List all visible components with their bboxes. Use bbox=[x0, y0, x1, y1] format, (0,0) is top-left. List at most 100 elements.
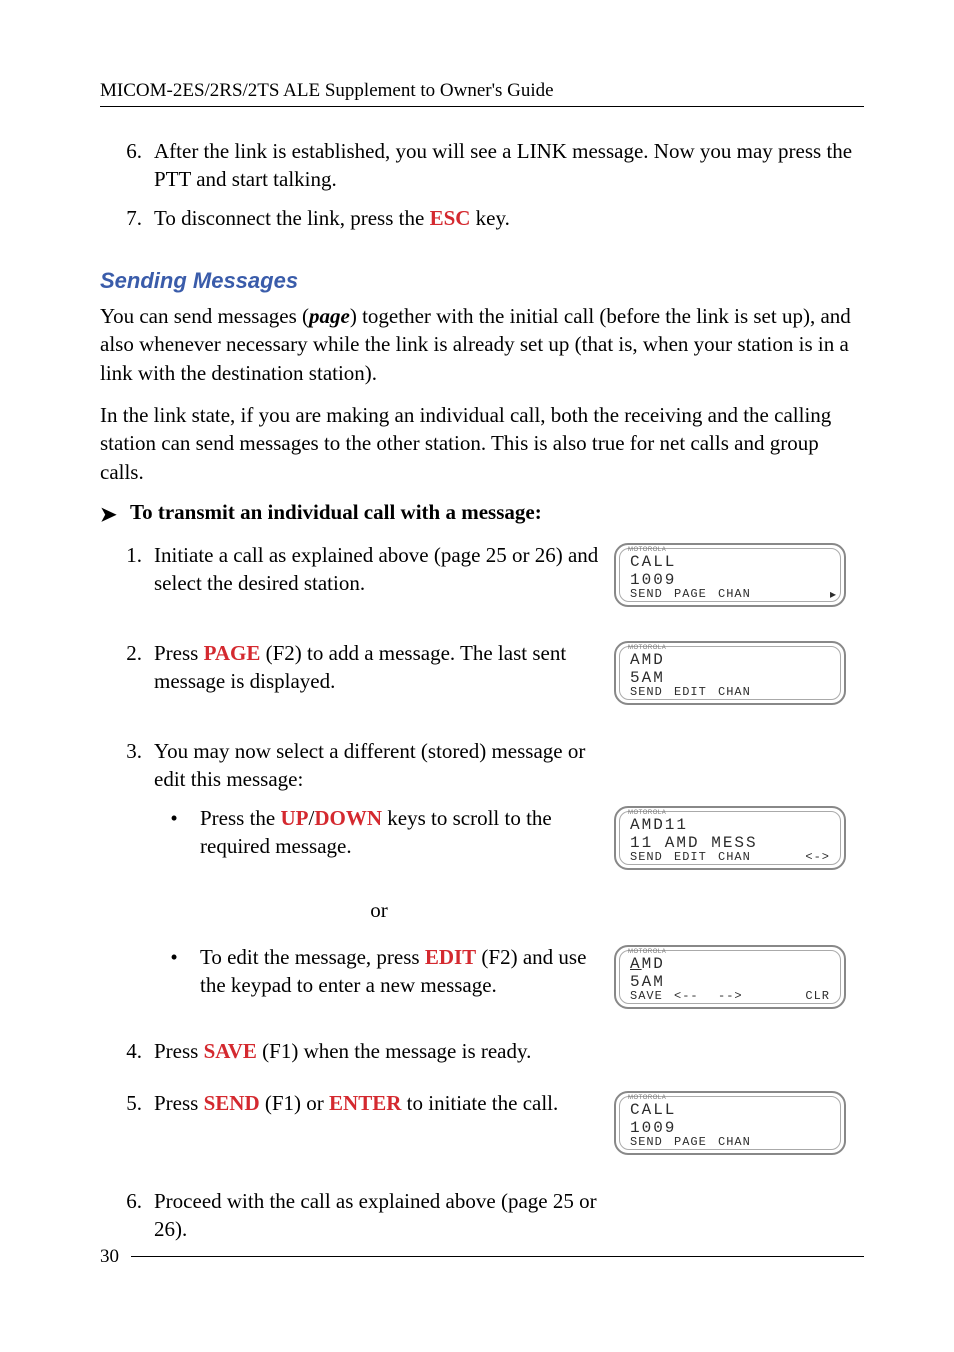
key-label: UP bbox=[281, 806, 309, 830]
key-label: SAVE bbox=[204, 1039, 257, 1063]
paragraph: You can send messages (page) together wi… bbox=[100, 302, 864, 387]
step-number: 6. bbox=[100, 1187, 154, 1244]
bullet-row: • Press the UP/DOWN keys to scroll to th… bbox=[100, 804, 864, 878]
lcd-line1: CALL bbox=[630, 553, 676, 571]
list-item: 6. After the link is established, you wi… bbox=[100, 137, 864, 194]
step-row: 3. You may now select a different (store… bbox=[100, 737, 864, 794]
step-row: 5. Press SEND (F1) or ENTER to initiate … bbox=[100, 1089, 864, 1163]
lcd-softkeys: SAVE <-- --> CLR bbox=[630, 989, 832, 1003]
list-text: After the link is established, you will … bbox=[154, 137, 864, 194]
lcd-display: MOTOROLA AMD 5AM SAVE <-- --> CLR bbox=[614, 945, 846, 1009]
softkey-3: CHAN bbox=[718, 587, 762, 601]
or-separator: or bbox=[100, 898, 864, 923]
step-text: Initiate a call as explained above (page… bbox=[154, 541, 604, 598]
lcd-display: MOTOROLA AMD 5AM SEND EDIT CHAN bbox=[614, 641, 846, 705]
lcd-line1: CALL bbox=[630, 1101, 676, 1119]
lcd-display: MOTOROLA CALL 1009 SEND PAGE CHAN bbox=[614, 1091, 846, 1155]
softkey-1: SEND bbox=[630, 587, 674, 601]
text-fragment: to initiate the call. bbox=[401, 1091, 558, 1115]
lcd-softkeys: SEND EDIT CHAN bbox=[630, 685, 832, 699]
step-text: Proceed with the call as explained above… bbox=[154, 1187, 604, 1244]
softkey-3: --> bbox=[718, 989, 762, 1003]
softkey-1: SEND bbox=[630, 850, 674, 864]
step-row: 1. Initiate a call as explained above (p… bbox=[100, 541, 864, 615]
step-text: Press SAVE (F1) when the message is read… bbox=[154, 1037, 604, 1065]
softkey-2: PAGE bbox=[674, 587, 718, 601]
text-fragment: Press bbox=[154, 641, 204, 665]
intro-numbered-list: 6. After the link is established, you wi… bbox=[100, 137, 864, 232]
lcd-line1: AMD11 bbox=[630, 816, 688, 834]
text-fragment: Press bbox=[154, 1039, 204, 1063]
key-label: ENTER bbox=[329, 1091, 401, 1115]
softkey-1: SAVE bbox=[630, 989, 674, 1003]
softkey-2: EDIT bbox=[674, 850, 718, 864]
step-number: 5. bbox=[100, 1089, 154, 1117]
softkey-2: PAGE bbox=[674, 1135, 718, 1149]
bullet-row: • To edit the message, press EDIT (F2) a… bbox=[100, 943, 864, 1017]
softkey-4: <-> bbox=[762, 850, 832, 864]
text-fragment: key. bbox=[470, 206, 509, 230]
key-label: SEND bbox=[204, 1091, 260, 1115]
text-fragment: You can send messages ( bbox=[100, 304, 309, 328]
step-number: 1. bbox=[100, 541, 154, 598]
text-fragment: (F1) or bbox=[260, 1091, 329, 1115]
lcd-line1: AMD bbox=[630, 651, 665, 669]
lcd-display: MOTOROLA AMD11 11 AMD MESS SEND EDIT CHA… bbox=[614, 806, 846, 870]
softkey-4: CLR bbox=[762, 989, 832, 1003]
bullet-text: Press the UP/DOWN keys to scroll to the … bbox=[200, 804, 604, 861]
softkey-1: SEND bbox=[630, 1135, 674, 1149]
section-heading: Sending Messages bbox=[100, 268, 864, 294]
lcd-line1: AMD bbox=[630, 955, 665, 973]
key-label: ESC bbox=[430, 206, 471, 230]
softkey-2: EDIT bbox=[674, 685, 718, 699]
softkey-2: <-- bbox=[674, 989, 718, 1003]
step-number: 2. bbox=[100, 639, 154, 696]
text-fragment: To disconnect the link, press the bbox=[154, 206, 430, 230]
cursor-char: A bbox=[630, 955, 642, 973]
step-row: 6. Proceed with the call as explained ab… bbox=[100, 1187, 864, 1244]
bullet-icon: • bbox=[154, 943, 200, 1000]
bullet-icon: • bbox=[154, 804, 200, 861]
softkey-3: CHAN bbox=[718, 685, 762, 699]
step-number: 3. bbox=[100, 737, 154, 794]
text-fragment: To edit the message, press bbox=[200, 945, 425, 969]
right-arrow-icon: ▸ bbox=[830, 587, 836, 602]
softkey-4 bbox=[762, 685, 832, 699]
lcd-softkeys: SEND PAGE CHAN bbox=[630, 587, 832, 601]
bullet-text: To edit the message, press EDIT (F2) and… bbox=[200, 943, 604, 1000]
step-text: Press SEND (F1) or ENTER to initiate the… bbox=[154, 1089, 604, 1117]
key-label: DOWN bbox=[314, 806, 382, 830]
lcd-softkeys: SEND EDIT CHAN <-> bbox=[630, 850, 832, 864]
text-fragment: Press bbox=[154, 1091, 204, 1115]
key-label: PAGE bbox=[204, 641, 261, 665]
page-footer: 30 bbox=[100, 1246, 864, 1268]
list-text: To disconnect the link, press the ESC ke… bbox=[154, 204, 864, 232]
procedure-title: To transmit an individual call with a me… bbox=[130, 500, 542, 525]
softkey-4 bbox=[762, 587, 832, 601]
softkey-4 bbox=[762, 1135, 832, 1149]
lcd-softkeys: SEND PAGE CHAN bbox=[630, 1135, 832, 1149]
paragraph: In the link state, if you are making an … bbox=[100, 401, 864, 486]
softkey-3: CHAN bbox=[718, 850, 762, 864]
key-label: EDIT bbox=[425, 945, 476, 969]
softkey-1: SEND bbox=[630, 685, 674, 699]
step-row: 2. Press PAGE (F2) to add a message. The… bbox=[100, 639, 864, 713]
text-fragment: (F1) when the message is ready. bbox=[257, 1039, 531, 1063]
emphasis: page bbox=[309, 304, 350, 328]
page-number: 30 bbox=[100, 1246, 131, 1268]
step-number: 4. bbox=[100, 1037, 154, 1065]
list-item: 7. To disconnect the link, press the ESC… bbox=[100, 204, 864, 232]
procedure-heading: ➤ To transmit an individual call with a … bbox=[100, 500, 864, 527]
list-number: 7. bbox=[100, 204, 154, 232]
list-number: 6. bbox=[100, 137, 154, 194]
text-fragment: Press the bbox=[200, 806, 281, 830]
lcd-display: MOTOROLA CALL 1009 SEND PAGE CHAN ▸ bbox=[614, 543, 846, 607]
footer-rule bbox=[131, 1256, 864, 1257]
text-fragment: MD bbox=[642, 955, 665, 973]
arrow-icon: ➤ bbox=[100, 500, 130, 527]
step-text: Press PAGE (F2) to add a message. The la… bbox=[154, 639, 604, 696]
page-header: MICOM-2ES/2RS/2TS ALE Supplement to Owne… bbox=[100, 80, 864, 107]
step-row: 4. Press SAVE (F1) when the message is r… bbox=[100, 1037, 864, 1065]
softkey-3: CHAN bbox=[718, 1135, 762, 1149]
step-text: You may now select a different (stored) … bbox=[154, 737, 604, 794]
